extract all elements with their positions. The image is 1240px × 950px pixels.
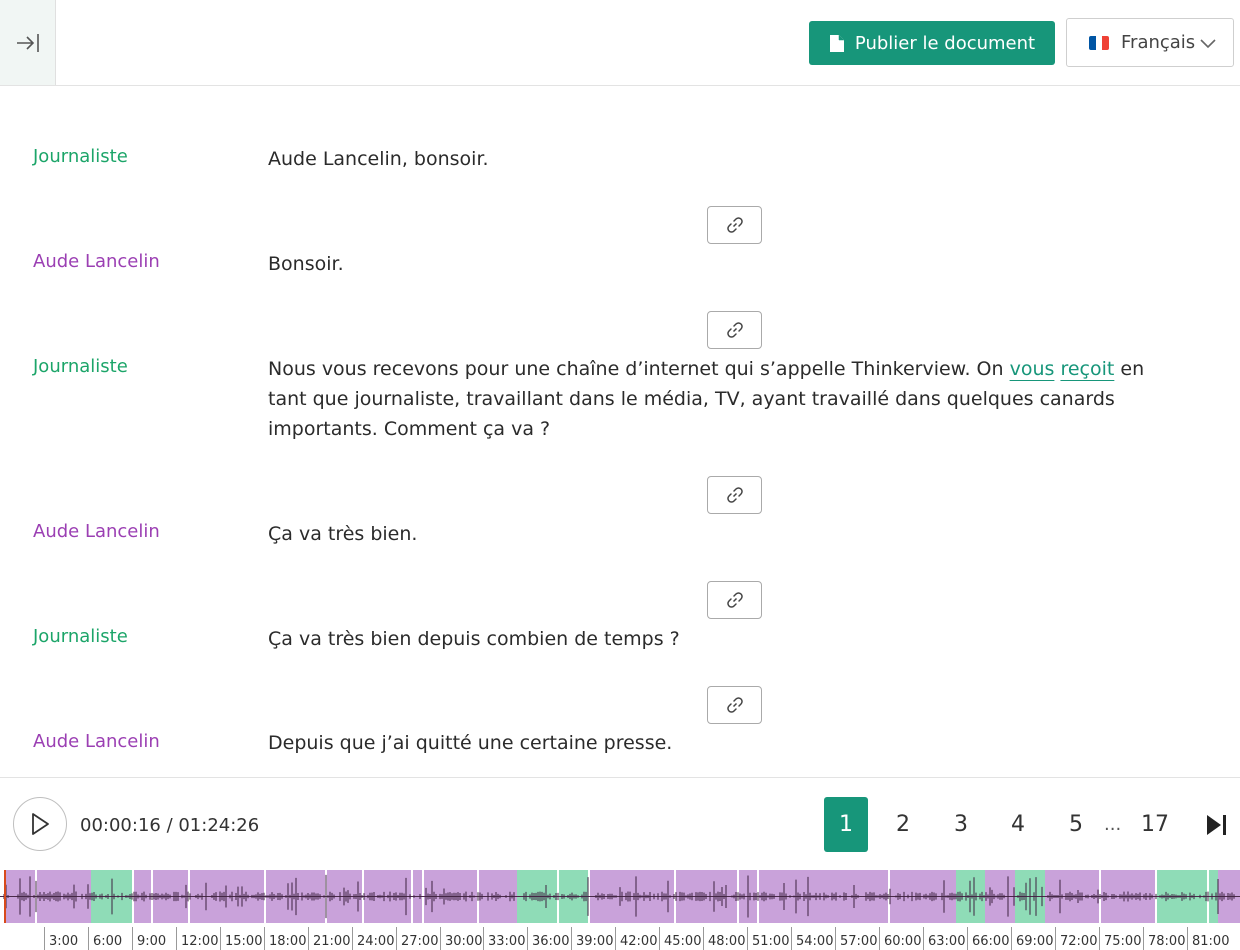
utterance-text: Depuis que j’ai quitté une certaine pres… [268,728,1188,758]
skip-to-end-icon [1207,814,1226,835]
page-4-button[interactable]: 4 [996,797,1040,852]
flag-fr-icon [1089,35,1109,50]
timeline-tick: 6:00 [88,927,122,950]
collapse-panel-button[interactable] [0,0,56,85]
link-icon [726,592,743,608]
playhead[interactable] [4,870,6,923]
page-17-button[interactable]: 17 [1133,797,1177,852]
timeline-tick: 18:00 [264,927,306,950]
publish-label: Publier le document [854,32,1036,54]
transcript-panel: Journaliste Aude Lancelin, bonsoir. Aude L… [0,86,1240,777]
timeline-tick: 54:00 [791,927,833,950]
timecode: 00:00:16 / 01:24:26 [80,815,260,836]
timeline-tick: 24:00 [352,927,394,950]
timeline-tick: 63:00 [923,927,965,950]
utterance-text: Nous vous recevons pour une chaîne d’int… [268,354,1188,444]
speaker-label[interactable]: Aude Lancelin [33,251,160,272]
link-icon [726,487,743,503]
document-icon [829,34,844,52]
text-span: Ça va très bien. [268,523,418,545]
page-1-button[interactable]: 1 [824,797,868,852]
utterance-text: Ça va très bien. [268,519,1188,549]
text-span: Depuis que j’ai quitté une certaine pres… [268,732,673,754]
speaker-label[interactable]: Aude Lancelin [33,521,160,542]
text-span: Bonsoir. [268,253,344,275]
link-icon [726,322,743,338]
timeline-tick: 30:00 [440,927,482,950]
speaker-label[interactable]: Aude Lancelin [33,731,160,752]
collapse-right-icon [16,33,39,52]
timeline-tick: 36:00 [527,927,569,950]
publish-document-button[interactable]: Publier le document [809,21,1055,65]
timeline-tick: 15:00 [220,927,262,950]
timeline-tick: 42:00 [615,927,657,950]
utterance-text: Ça va très bien depuis combien de temps … [268,624,1188,654]
timeline-tick: 45:00 [659,927,701,950]
utterance-text: Bonsoir. [268,249,1188,279]
timeline-tick: 51:00 [747,927,789,950]
speaker-label[interactable]: Journaliste [33,146,128,167]
top-toolbar: Publier le document Français [0,0,1240,86]
copy-link-button[interactable] [707,476,762,514]
copy-link-button[interactable] [707,206,762,244]
copy-link-button[interactable] [707,311,762,349]
copy-link-button[interactable] [707,581,762,619]
text-span: Nous vous recevons pour une chaîne d’int… [268,358,1010,380]
text-span: Aude Lancelin, bonsoir. [268,148,489,170]
timeline-tick: 33:00 [483,927,525,950]
waveform-track[interactable] [0,870,1240,923]
play-icon [32,813,49,835]
timeline-tick: 39:00 [571,927,613,950]
timeline-tick: 57:00 [835,927,877,950]
timeline-tick: 72:00 [1055,927,1097,950]
speaker-label[interactable]: Journaliste [33,356,128,377]
timeline-tick: 12:00 [176,927,218,950]
timeline-tick: 9:00 [132,927,166,950]
page-3-button[interactable]: 3 [939,797,983,852]
timeline-tick: 60:00 [879,927,921,950]
chevron-down-icon [1199,37,1217,49]
timeline-tick: 66:00 [967,927,1009,950]
link-icon [726,217,743,233]
timeline-tick: 81:00 [1187,927,1229,950]
timeline-tick: 48:00 [703,927,745,950]
speaker-label[interactable]: Journaliste [33,626,128,647]
language-select[interactable]: Français [1066,18,1234,67]
timeline-tick: 78:00 [1143,927,1185,950]
page-ellipsis: ... [1104,814,1122,835]
timeline-tick: 75:00 [1099,927,1141,950]
audio-player: 00:00:16 / 01:24:26 1 2 3 4 5... 17 3:00 6:00 9… [0,777,1240,950]
timeline-tick: 27:00 [396,927,438,950]
timeline-tick: 3:00 [44,927,78,950]
link-icon [726,697,743,713]
highlighted-word[interactable]: reçoit [1060,358,1114,380]
timeline-ruler: 3:00 6:00 9:00 12:00 15:00 18:00 21:00 24:00 27:… [0,923,1240,950]
page-2-button[interactable]: 2 [881,797,925,852]
language-label: Français [1121,32,1196,53]
copy-link-button[interactable] [707,686,762,724]
highlighted-word[interactable]: vous [1010,358,1055,380]
utterance-text: Aude Lancelin, bonsoir. [268,144,1188,174]
last-page-button[interactable] [1200,797,1232,852]
page-5-button[interactable]: 5 [1054,797,1098,852]
play-button[interactable] [13,797,67,851]
text-span: Ça va très bien depuis combien de temps … [268,628,680,650]
timeline-tick: 69:00 [1011,927,1053,950]
timeline-tick: 21:00 [308,927,350,950]
